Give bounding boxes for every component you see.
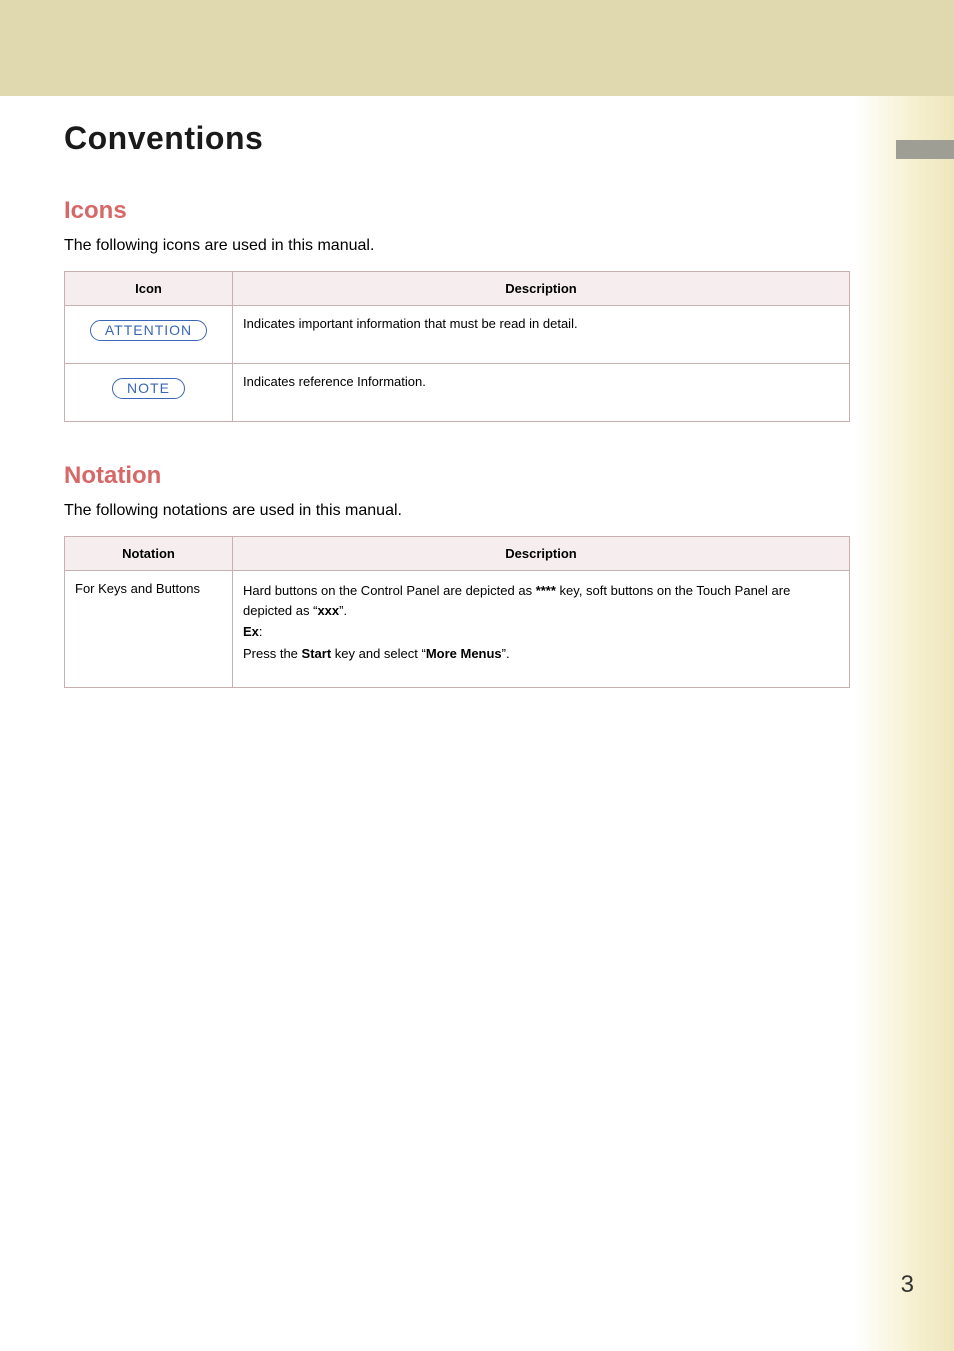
section-heading-icons: Icons — [64, 197, 850, 225]
text: ”. — [502, 646, 510, 661]
right-edge-gradient — [854, 96, 954, 1351]
icon-cell: ATTENTION — [65, 306, 233, 364]
header-band — [0, 0, 954, 96]
text: Press the — [243, 646, 302, 661]
icons-lead-text: The following icons are used in this man… — [64, 237, 850, 255]
bold-text: Start — [302, 646, 332, 661]
col-notation: Notation — [65, 537, 233, 571]
notation-lead-text: The following notations are used in this… — [64, 502, 850, 520]
page-title: Conventions — [64, 120, 850, 157]
table-header-row: Notation Description — [65, 537, 850, 571]
page-content: Conventions Icons The following icons ar… — [64, 120, 850, 728]
notation-cell: For Keys and Buttons — [65, 571, 233, 688]
table-row: NOTE Indicates reference Information. — [65, 364, 850, 422]
bold-text: Ex — [243, 624, 259, 639]
page-number: 3 — [901, 1271, 914, 1299]
table-header-row: Icon Description — [65, 272, 850, 306]
table-row: ATTENTION Indicates important informatio… — [65, 306, 850, 364]
text: Hard buttons on the Control Panel are de… — [243, 583, 536, 598]
text: : — [259, 624, 263, 639]
section-heading-notation: Notation — [64, 462, 850, 490]
attention-icon: ATTENTION — [90, 320, 207, 341]
icon-cell: NOTE — [65, 364, 233, 422]
text: ”. — [339, 603, 347, 618]
col-description: Description — [233, 272, 850, 306]
col-icon: Icon — [65, 272, 233, 306]
bold-text: More Menus — [426, 646, 502, 661]
notation-table: Notation Description For Keys and Button… — [64, 536, 850, 688]
table-row: For Keys and Buttons Hard buttons on the… — [65, 571, 850, 688]
bold-text: xxx — [317, 603, 339, 618]
text: key and select “ — [331, 646, 426, 661]
bold-text: **** — [536, 583, 556, 598]
col-description: Description — [233, 537, 850, 571]
description-body: Hard buttons on the Control Panel are de… — [243, 581, 839, 663]
icons-table: Icon Description ATTENTION Indicates imp… — [64, 271, 850, 422]
note-icon: NOTE — [112, 378, 185, 399]
side-tab — [896, 140, 954, 159]
description-cell: Indicates reference Information. — [233, 364, 850, 422]
description-cell: Indicates important information that mus… — [233, 306, 850, 364]
description-cell: Hard buttons on the Control Panel are de… — [233, 571, 850, 688]
